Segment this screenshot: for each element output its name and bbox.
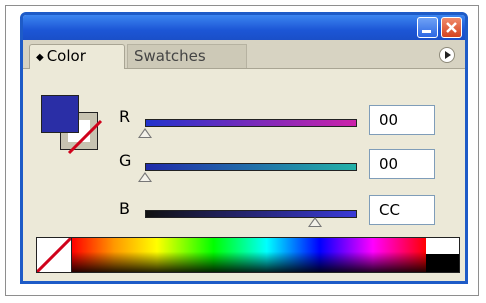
tab-strip: ◆ Color Swatches (23, 40, 465, 69)
slider-track-r[interactable] (145, 119, 357, 127)
close-button[interactable] (441, 17, 462, 38)
value-input-r[interactable]: 00 (369, 105, 435, 135)
value-input-b[interactable]: CC (369, 195, 435, 225)
tab-color-label: Color (46, 47, 86, 65)
slider-track-g[interactable] (145, 163, 357, 171)
white-black-swatches[interactable] (426, 238, 459, 272)
slider-thumb-g[interactable] (138, 172, 152, 182)
spectrum-gradient[interactable] (72, 238, 426, 272)
title-bar[interactable] (23, 15, 465, 40)
slider-track-b[interactable] (145, 210, 357, 218)
none-swatch[interactable] (35, 236, 73, 274)
none-swatch-icon (35, 236, 73, 274)
tab-color[interactable]: ◆ Color (29, 44, 125, 69)
channel-label-b: B (119, 199, 130, 218)
slider-thumb-b[interactable] (307, 217, 322, 227)
tab-menu-arrow-icon: ◆ (36, 52, 44, 63)
panel-options-icon[interactable] (439, 47, 455, 63)
slider-thumb-r[interactable] (138, 128, 152, 138)
fill-swatch[interactable] (41, 95, 79, 133)
value-input-g[interactable]: 00 (369, 149, 435, 179)
tab-swatches[interactable]: Swatches (127, 44, 247, 68)
color-panel-window: ◆ Color Swatches R 00 G 00 B CC (20, 12, 468, 284)
color-spectrum-ramp[interactable] (35, 236, 460, 274)
tab-swatches-label: Swatches (134, 47, 206, 65)
close-icon (446, 22, 457, 33)
channel-label-r: R (119, 107, 131, 126)
minimize-button[interactable] (417, 17, 438, 38)
channel-label-g: G (119, 151, 132, 170)
